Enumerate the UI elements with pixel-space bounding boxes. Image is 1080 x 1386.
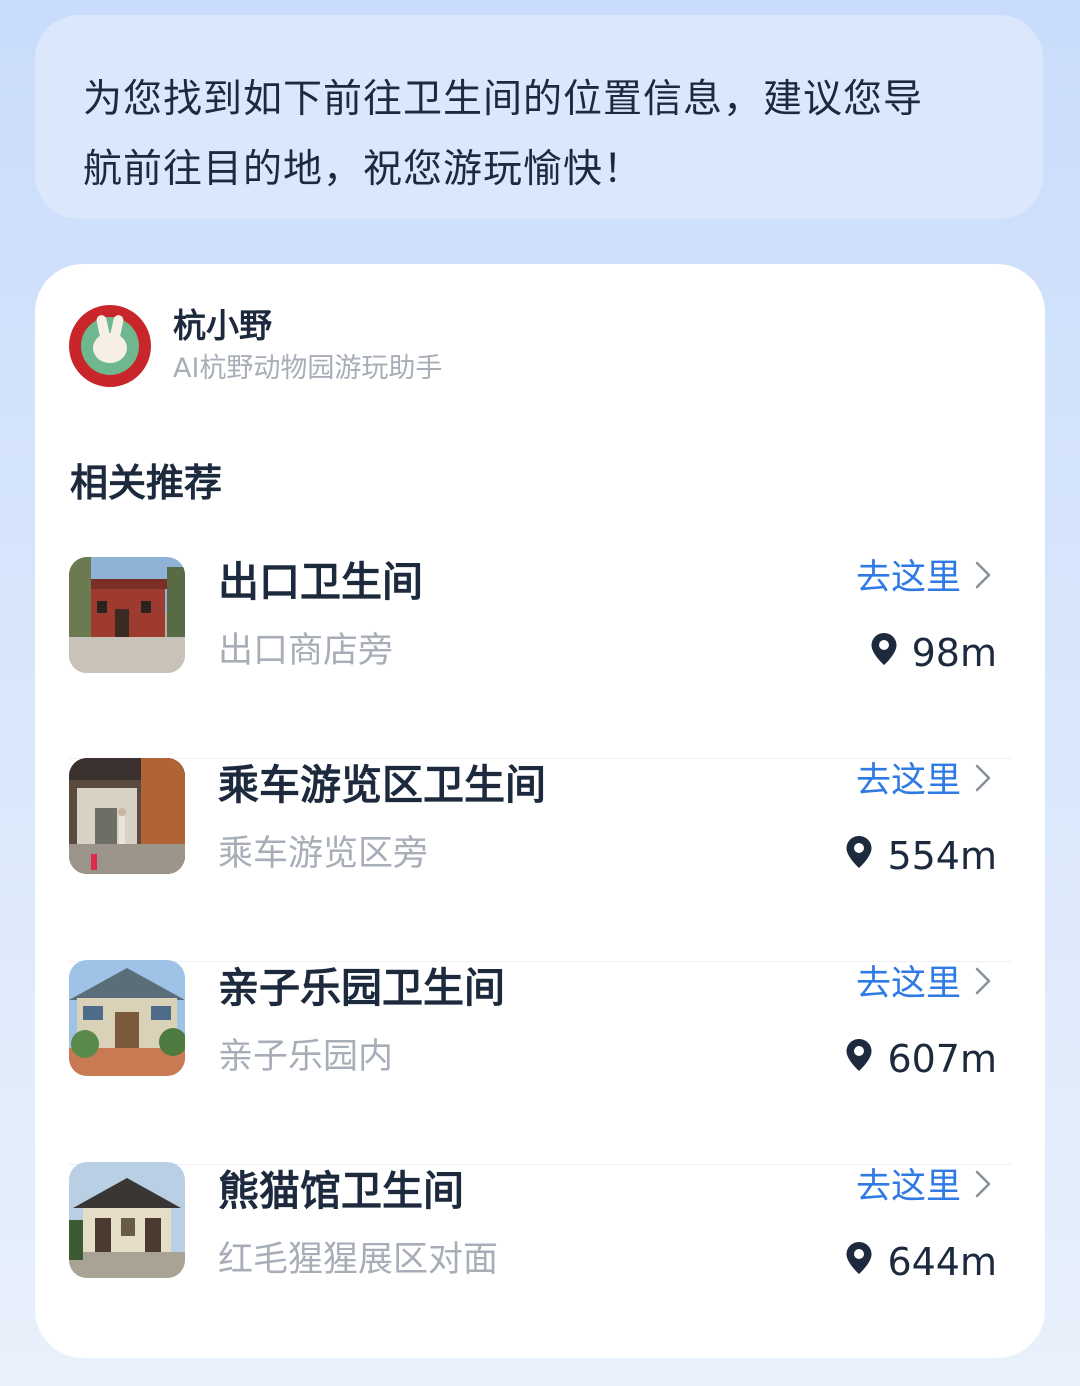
list-item[interactable]: 亲子乐园卫生间 亲子乐园内 去这里 607m <box>69 960 1011 1165</box>
navigate-button[interactable]: 去这里 <box>856 759 991 803</box>
bot-name: 杭小野 <box>173 306 272 345</box>
distance: 644m <box>845 1239 997 1285</box>
location-thumbnail <box>69 557 185 673</box>
item-location: 出口商店旁 <box>218 631 394 671</box>
distance-value: 644m <box>887 1240 997 1284</box>
restroom-list: 出口卫生间 出口商店旁 去这里 98m 乘车游览区卫生间 乘车游览区旁 去这里 … <box>69 556 1011 1358</box>
item-title: 熊猫馆卫生间 <box>218 1167 464 1215</box>
item-title: 出口卫生间 <box>218 558 423 606</box>
item-title: 乘车游览区卫生间 <box>218 761 546 809</box>
distance-value: 554m <box>887 834 997 878</box>
item-location: 红毛猩猩展区对面 <box>218 1240 499 1280</box>
distance-value: 98m <box>911 631 997 675</box>
location-thumbnail <box>69 960 185 1076</box>
list-item[interactable]: 乘车游览区卫生间 乘车游览区旁 去这里 554m <box>69 758 1011 962</box>
chevron-right-icon <box>975 556 991 600</box>
bot-subtitle: AI杭野动物园游玩助手 <box>173 353 443 384</box>
navigate-label: 去这里 <box>855 558 961 598</box>
recommendation-card: 杭小野 AI杭野动物园游玩助手 相关推荐 出口卫生间 出口商店旁 去这里 98m… <box>35 264 1045 1358</box>
chevron-right-icon <box>975 1165 991 1209</box>
location-thumbnail <box>69 1162 185 1278</box>
distance-value: 607m <box>887 1037 997 1081</box>
navigate-label: 去这里 <box>855 1167 961 1207</box>
location-pin-icon <box>870 630 898 676</box>
chevron-right-icon <box>975 962 991 1006</box>
location-pin-icon <box>845 833 873 879</box>
navigate-label: 去这里 <box>855 761 961 801</box>
bot-avatar <box>69 305 151 387</box>
chevron-right-icon <box>975 759 991 803</box>
assistant-message-bubble: 为您找到如下前往卫生间的位置信息，建议您导 航前往目的地，祝您游玩愉快！ <box>35 15 1043 219</box>
distance: 607m <box>845 1036 997 1082</box>
navigate-label: 去这里 <box>855 964 961 1004</box>
distance: 98m <box>870 630 997 676</box>
item-location: 乘车游览区旁 <box>218 834 429 874</box>
list-item[interactable]: 出口卫生间 出口商店旁 去这里 98m <box>69 556 1011 759</box>
navigate-button[interactable]: 去这里 <box>856 1165 991 1209</box>
item-location: 亲子乐园内 <box>218 1037 394 1077</box>
message-line-1: 为您找到如下前往卫生间的位置信息，建议您导 <box>83 77 924 122</box>
navigate-button[interactable]: 去这里 <box>856 962 991 1006</box>
bot-header: 杭小野 AI杭野动物园游玩助手 <box>69 304 442 388</box>
location-pin-icon <box>845 1239 873 1285</box>
location-pin-icon <box>845 1036 873 1082</box>
location-thumbnail <box>69 758 185 874</box>
item-title: 亲子乐园卫生间 <box>218 964 505 1012</box>
list-item[interactable]: 熊猫馆卫生间 红毛猩猩展区对面 去这里 644m <box>69 1162 1011 1358</box>
message-line-2: 航前往目的地，祝您游玩愉快！ <box>83 147 644 192</box>
navigate-button[interactable]: 去这里 <box>856 556 991 600</box>
section-title: 相关推荐 <box>70 461 223 505</box>
distance: 554m <box>845 833 997 879</box>
